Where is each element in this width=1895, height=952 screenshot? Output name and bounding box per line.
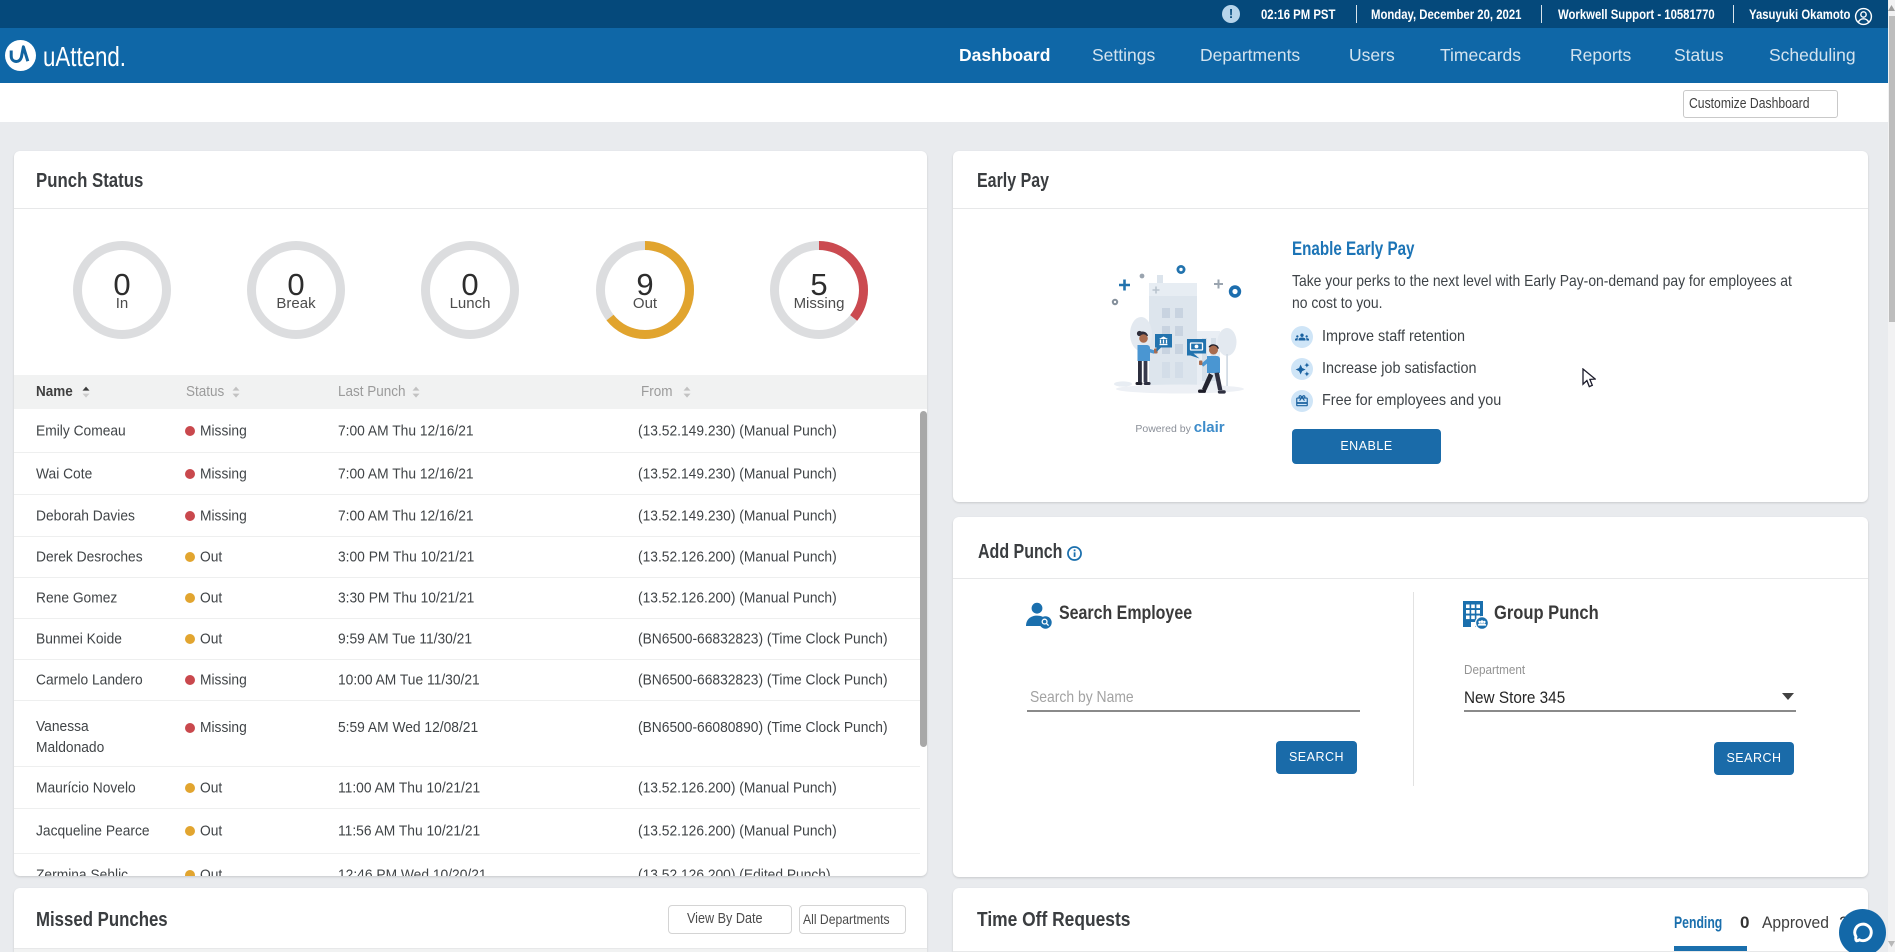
svg-text:uAttend.: uAttend. xyxy=(43,42,126,72)
